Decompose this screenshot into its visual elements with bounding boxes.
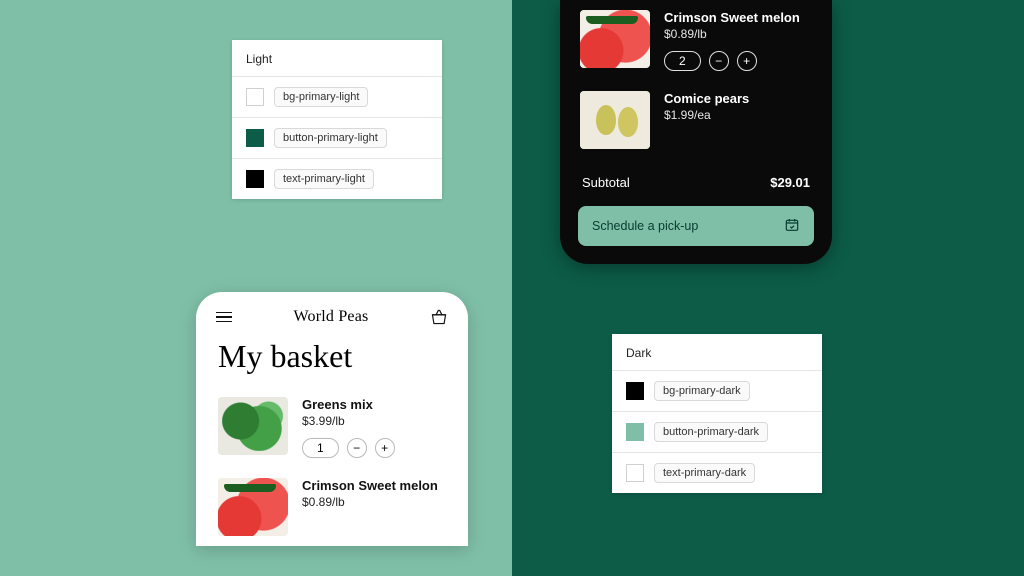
palette-card-light: Light bg-primary-light button-primary-li… (232, 40, 442, 199)
hamburger-icon[interactable] (216, 309, 232, 326)
qty-value[interactable]: 1 (302, 438, 339, 458)
schedule-pickup-button[interactable]: Schedule a pick-up (578, 206, 814, 246)
brand-title: World Peas (294, 308, 369, 326)
basket-item: Greens mix $3.99/lb 1 − + (196, 387, 468, 468)
product-thumb (580, 10, 650, 68)
product-thumb (218, 478, 288, 536)
palette-row[interactable]: bg-primary-dark (612, 370, 822, 411)
swatch (246, 88, 264, 106)
product-thumb (218, 397, 288, 455)
swatch (246, 129, 264, 147)
subtotal-value: $29.01 (770, 175, 810, 190)
product-price: $0.89/lb (664, 27, 812, 41)
swatch (626, 382, 644, 400)
swatch (626, 464, 644, 482)
palette-card-dark: Dark bg-primary-dark button-primary-dark… (612, 334, 822, 493)
basket-item: Comice pears $1.99/ea (560, 81, 832, 159)
swatch (626, 423, 644, 441)
subtotal-row: Subtotal $29.01 (560, 159, 832, 202)
product-name: Greens mix (302, 397, 446, 412)
calendar-icon (784, 217, 800, 236)
palette-title: Light (232, 40, 442, 76)
phone-preview-dark: Crimson Sweet melon $0.89/lb 2 − + Comic… (560, 0, 832, 264)
basket-icon[interactable] (430, 309, 448, 325)
qty-increase-button[interactable]: + (375, 438, 395, 458)
token-chip[interactable]: text-primary-light (274, 169, 374, 189)
token-chip[interactable]: button-primary-dark (654, 422, 768, 442)
palette-row[interactable]: button-primary-light (232, 117, 442, 158)
product-name: Crimson Sweet melon (664, 10, 812, 25)
palette-row[interactable]: button-primary-dark (612, 411, 822, 452)
token-chip[interactable]: bg-primary-dark (654, 381, 750, 401)
product-price: $3.99/lb (302, 414, 446, 428)
token-chip[interactable]: bg-primary-light (274, 87, 368, 107)
qty-decrease-button[interactable]: − (709, 51, 729, 71)
product-thumb (580, 91, 650, 149)
basket-item: Crimson Sweet melon $0.89/lb (196, 468, 468, 546)
product-price: $0.89/lb (302, 495, 446, 509)
qty-increase-button[interactable]: + (737, 51, 757, 71)
cta-label: Schedule a pick-up (592, 219, 698, 233)
page-title: My basket (196, 330, 468, 387)
palette-title: Dark (612, 334, 822, 370)
qty-decrease-button[interactable]: − (347, 438, 367, 458)
subtotal-label: Subtotal (582, 175, 630, 190)
token-chip[interactable]: button-primary-light (274, 128, 387, 148)
swatch (246, 170, 264, 188)
palette-row[interactable]: text-primary-light (232, 158, 442, 199)
basket-item: Crimson Sweet melon $0.89/lb 2 − + (560, 0, 832, 81)
product-name: Crimson Sweet melon (302, 478, 446, 493)
product-price: $1.99/ea (664, 108, 812, 122)
palette-row[interactable]: text-primary-dark (612, 452, 822, 493)
product-name: Comice pears (664, 91, 812, 106)
token-chip[interactable]: text-primary-dark (654, 463, 755, 483)
palette-row[interactable]: bg-primary-light (232, 76, 442, 117)
qty-value[interactable]: 2 (664, 51, 701, 71)
phone-preview-light: World Peas My basket Greens mix $3.99/lb… (196, 292, 468, 546)
